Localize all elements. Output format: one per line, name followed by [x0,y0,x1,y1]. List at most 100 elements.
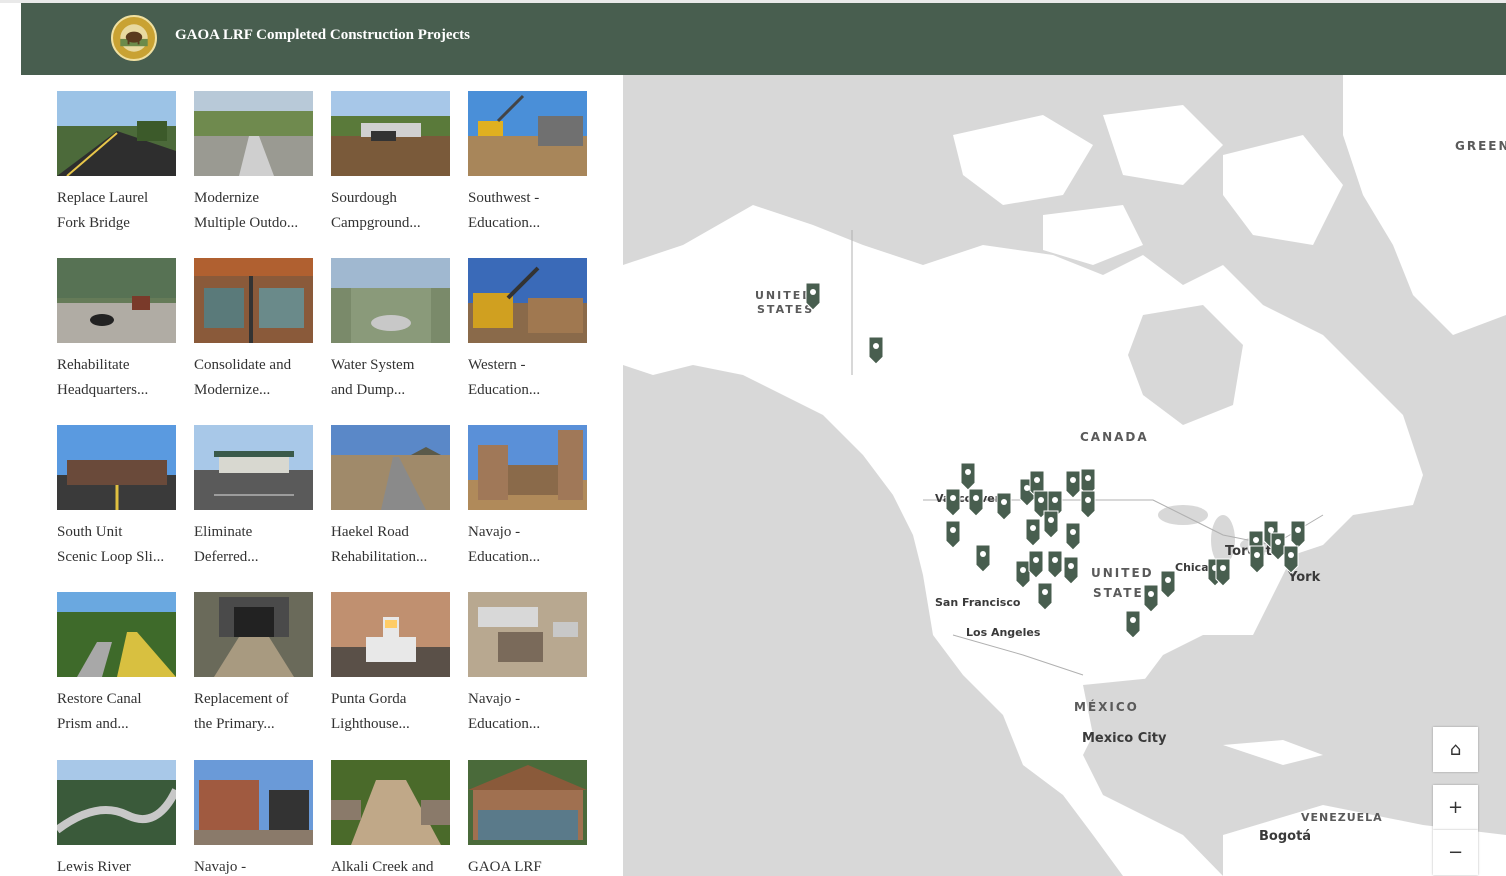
project-card[interactable]: Southwest - Education... [468,91,588,236]
map-marker-pin[interactable] [1159,569,1177,599]
project-card[interactable]: Replace Laurel Fork Bridge [57,91,177,236]
project-thumbnail[interactable] [468,592,587,677]
project-title[interactable]: Western - Education... [468,353,588,403]
project-title[interactable]: Consolidate and Modernize... [194,353,314,403]
project-card[interactable]: Navajo - [194,760,314,876]
project-card[interactable]: Replacement of the Primary... [194,592,314,737]
project-title[interactable]: Restore Canal Prism and... [57,687,177,737]
map-marker-pin[interactable] [1062,555,1080,585]
plus-icon: + [1447,797,1464,818]
project-card[interactable]: Western - Education... [468,258,588,403]
map-marker-pin[interactable] [1042,509,1060,539]
project-card[interactable]: GAOA LRF [468,760,588,876]
project-title[interactable]: South Unit Scenic Loop Sli... [57,520,177,570]
project-title[interactable]: Southwest - Education... [468,186,588,236]
project-title[interactable]: Sourdough Campground... [331,186,451,236]
project-title[interactable]: Replacement of the Primary... [194,687,314,737]
label-bogota: Bogotá [1259,829,1312,844]
map-marker-pin[interactable] [944,519,962,549]
label-san-francisco: San Francisco [935,596,1021,609]
project-title[interactable]: Navajo - Education... [468,687,588,737]
map-marker-pin[interactable] [974,543,992,573]
project-thumbnail[interactable] [57,258,176,343]
app-header: GAOA LRF Completed Construction Projects [21,3,1506,75]
project-card[interactable]: Lewis River [57,760,177,876]
minus-icon: − [1447,842,1464,863]
project-title[interactable]: Navajo - [194,855,314,876]
project-card[interactable]: Restore Canal Prism and... [57,592,177,737]
project-title[interactable]: Replace Laurel Fork Bridge [57,186,177,236]
label-los-angeles: Los Angeles [966,626,1041,639]
project-card[interactable]: Consolidate and Modernize... [194,258,314,403]
project-card[interactable]: Water System and Dump... [331,258,451,403]
project-thumbnail[interactable] [468,258,587,343]
map-marker-pin[interactable] [1214,557,1232,587]
project-thumbnail[interactable] [331,425,450,510]
map-marker-pin[interactable] [1079,489,1097,519]
project-thumbnail[interactable] [57,425,176,510]
label-venezuela: VENEZUELA [1301,811,1383,824]
home-button[interactable]: ⌂ [1433,727,1478,772]
map-marker-pin[interactable] [967,487,985,517]
project-card[interactable]: Modernize Multiple Outdo... [194,91,314,236]
project-card[interactable]: Navajo - Education... [468,425,588,570]
project-title[interactable]: Navajo - Education... [468,520,588,570]
project-card[interactable]: Navajo - Education... [468,592,588,737]
project-gallery: Replace Laurel Fork Bridge Modernize Multi… [21,75,623,876]
map-marker-pin[interactable] [1282,544,1300,574]
project-title[interactable]: Eliminate Deferred... [194,520,314,570]
page-title: GAOA LRF Completed Construction Projects [175,27,470,43]
project-title[interactable]: Water System and Dump... [331,353,451,403]
project-thumbnail[interactable] [331,91,450,176]
zoom-out-button[interactable]: − [1433,830,1478,875]
project-card[interactable]: Sourdough Campground... [331,91,451,236]
project-title[interactable]: Lewis River [57,855,177,876]
map-marker-pin[interactable] [944,487,962,517]
project-card[interactable]: Eliminate Deferred... [194,425,314,570]
project-card[interactable]: Rehabilitate Headquarters... [57,258,177,403]
label-greenland: GREEN [1455,139,1506,153]
map-marker-pin[interactable] [804,281,822,311]
project-map[interactable]: GREEN UNITED STATES CANADA Vancouver UNI… [623,75,1506,876]
project-thumbnail[interactable] [57,592,176,677]
project-title[interactable]: Modernize Multiple Outdo... [194,186,314,236]
project-thumbnail[interactable] [468,425,587,510]
map-marker-pin[interactable] [1027,549,1045,579]
project-thumbnail[interactable] [468,91,587,176]
project-title[interactable]: Alkali Creek and [331,855,451,876]
map-marker-pin[interactable] [867,335,885,365]
project-card[interactable]: Haekel Road Rehabilitation... [331,425,451,570]
project-thumbnail[interactable] [331,258,450,343]
project-thumbnail[interactable] [194,258,313,343]
map-marker-pin[interactable] [1024,517,1042,547]
project-title[interactable]: Haekel Road Rehabilitation... [331,520,451,570]
project-thumbnail[interactable] [194,91,313,176]
project-card[interactable]: Punta Gorda Lighthouse... [331,592,451,737]
project-thumbnail[interactable] [194,425,313,510]
map-marker-pin[interactable] [1142,583,1160,613]
project-thumbnail[interactable] [331,592,450,677]
map-marker-pin[interactable] [1036,581,1054,611]
map-marker-pin[interactable] [1064,521,1082,551]
project-thumbnail[interactable] [57,91,176,176]
left-margin [0,75,21,876]
label-mexico-city: Mexico City [1082,731,1167,746]
project-thumbnail[interactable] [194,592,313,677]
label-mexico: MÉXICO [1074,700,1139,714]
project-thumbnail[interactable] [331,760,450,845]
project-card[interactable]: Alkali Creek and [331,760,451,876]
zoom-in-button[interactable]: + [1433,785,1478,830]
home-icon: ⌂ [1449,739,1462,760]
map-marker-pin[interactable] [1124,609,1142,639]
project-title[interactable]: GAOA LRF [468,855,588,876]
project-thumbnail[interactable] [468,760,587,845]
project-thumbnail[interactable] [194,760,313,845]
project-thumbnail[interactable] [57,760,176,845]
map-marker-pin[interactable] [1248,544,1266,574]
label-us-line1: UNITED [1091,566,1154,580]
project-title[interactable]: Rehabilitate Headquarters... [57,353,177,403]
project-card[interactable]: South Unit Scenic Loop Sli... [57,425,177,570]
map-marker-pin[interactable] [995,491,1013,521]
doi-seal-logo [111,15,157,61]
project-title[interactable]: Punta Gorda Lighthouse... [331,687,451,737]
